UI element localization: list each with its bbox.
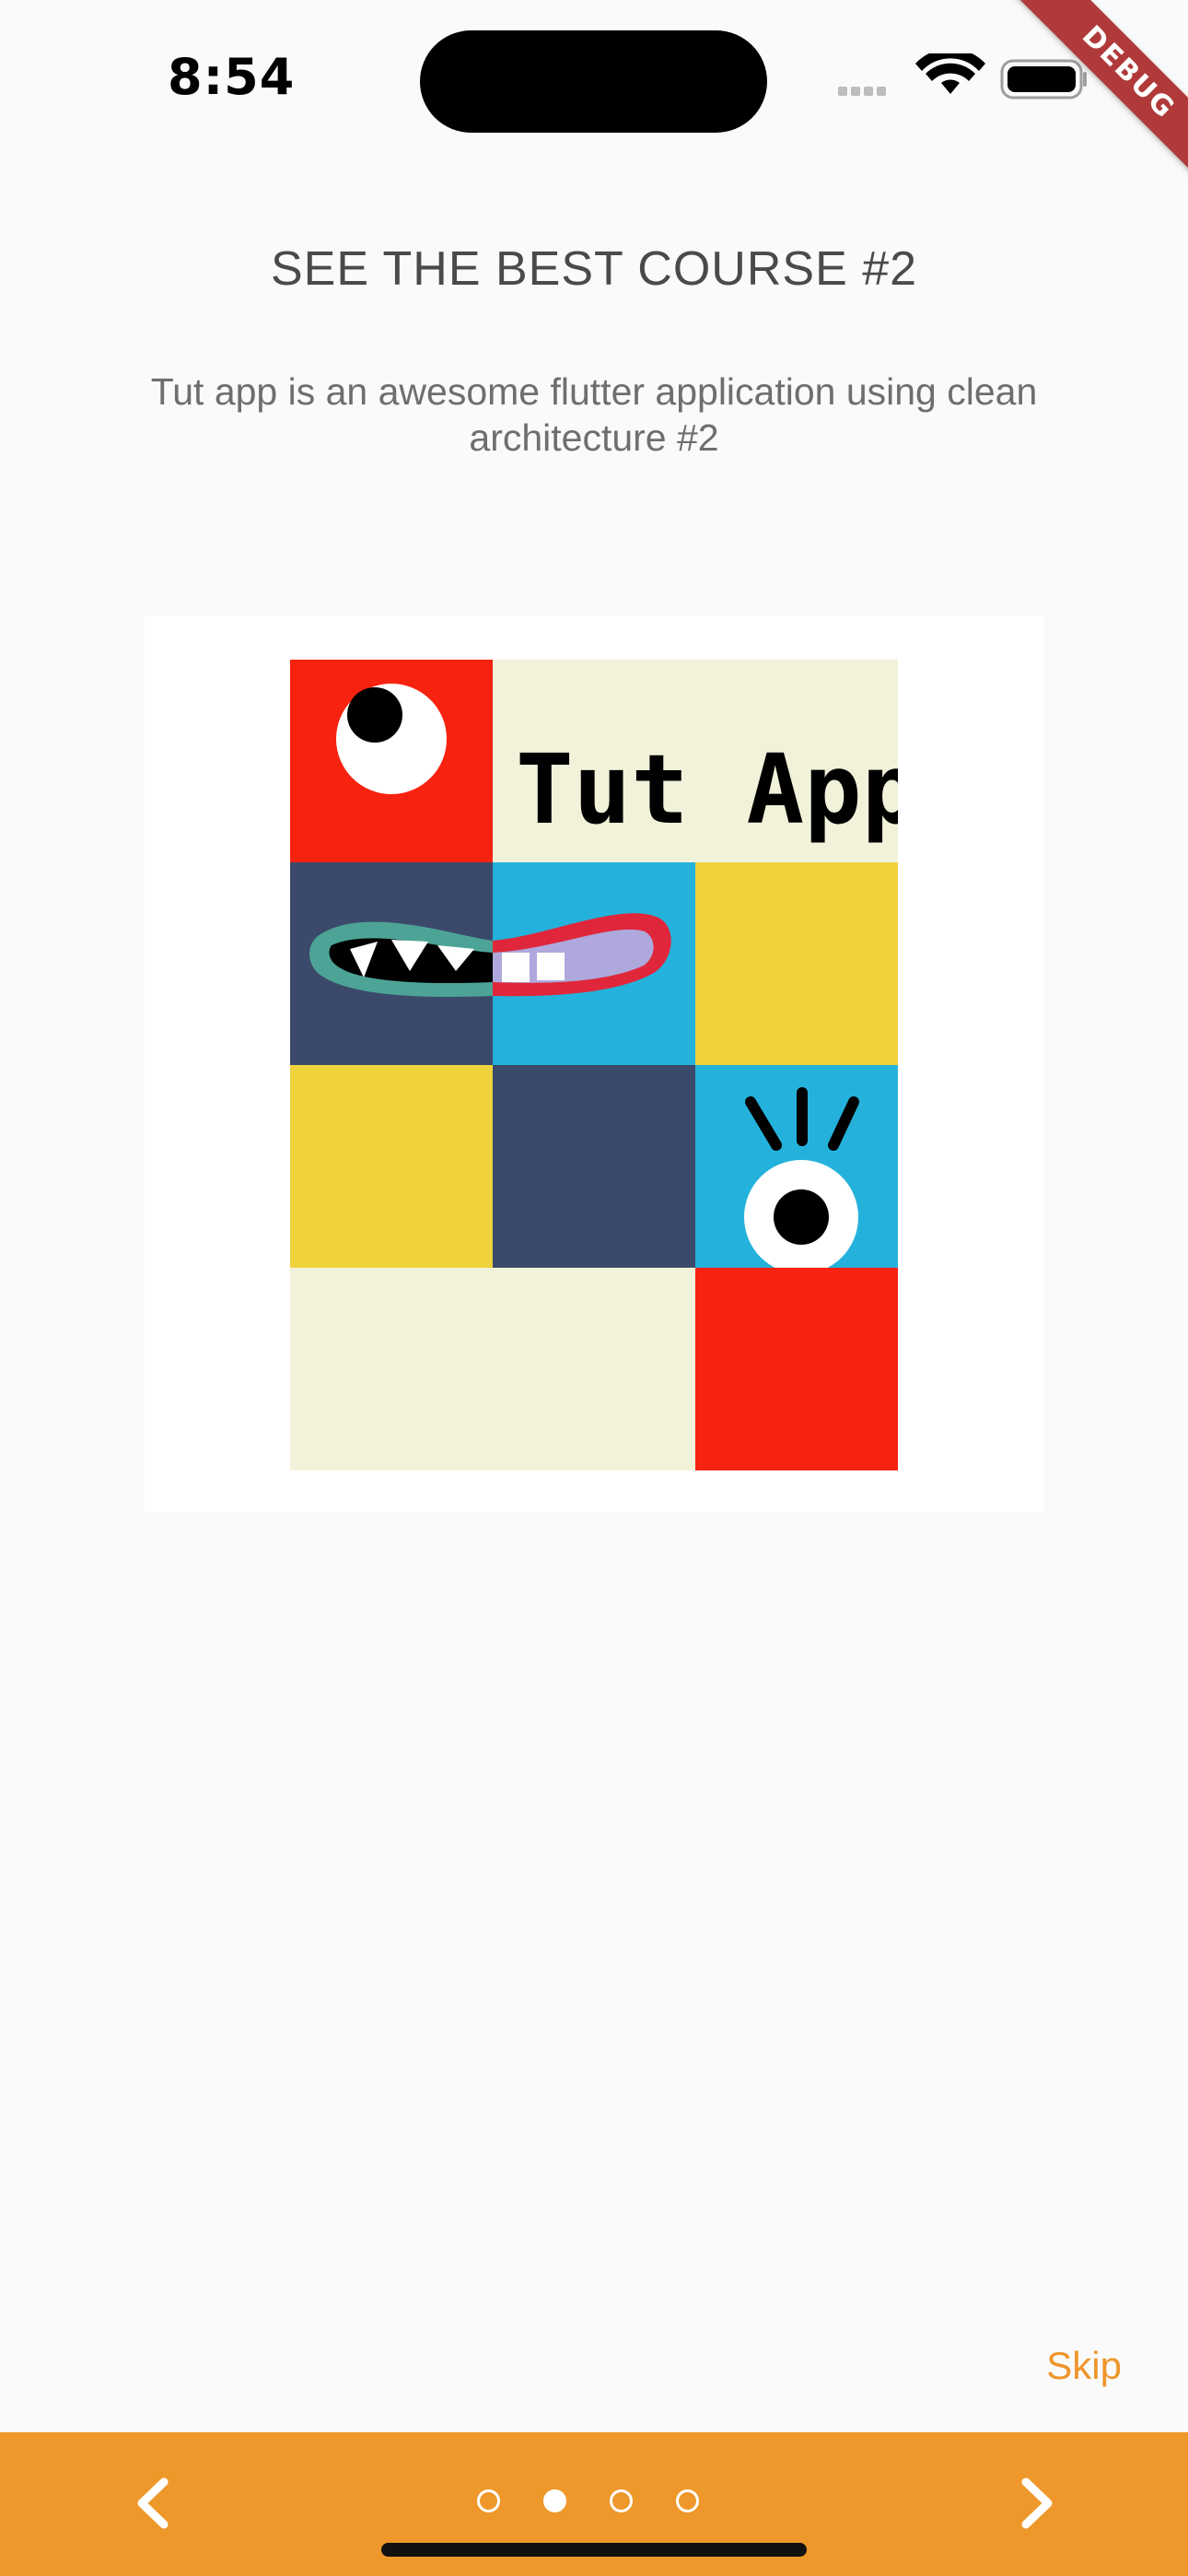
signal-icon (838, 87, 886, 96)
status-icons (838, 48, 1087, 109)
yellow-tile (695, 862, 898, 1065)
tut-app-illustration: Tut App (290, 660, 898, 1470)
page-subtitle: Tut app is an awesome flutter applicatio… (150, 370, 1038, 459)
yellow-tile (290, 1065, 493, 1268)
dynamic-island (420, 30, 767, 133)
page-dot-3[interactable] (610, 2489, 633, 2512)
status-time: 8:54 (168, 48, 296, 106)
page-dot-1[interactable] (477, 2489, 500, 2512)
battery-icon (1000, 59, 1087, 100)
cream-tile (290, 1268, 695, 1470)
illustration-text: Tut App (516, 733, 898, 846)
chevron-left-icon[interactable] (127, 2471, 182, 2535)
eyelash-eye-icon (744, 1087, 859, 1274)
home-indicator[interactable] (381, 2543, 807, 2557)
eye-icon (336, 684, 447, 794)
page-indicator (477, 2489, 716, 2517)
chevron-right-icon[interactable] (1007, 2471, 1063, 2535)
onboarding-screen: 8:54 DEBUG SEE THE BEST COURSE #2 Tut ap… (0, 0, 1188, 2576)
page-title: SEE THE BEST COURSE #2 (270, 242, 918, 296)
illustration-card: Tut App (145, 615, 1043, 1513)
navy-tile (493, 1065, 695, 1268)
skip-button[interactable]: Skip (1046, 2344, 1122, 2388)
wifi-icon (915, 48, 985, 94)
page-dot-4[interactable] (676, 2489, 699, 2512)
page-dot-2[interactable] (543, 2489, 566, 2512)
red-tile (695, 1268, 898, 1470)
